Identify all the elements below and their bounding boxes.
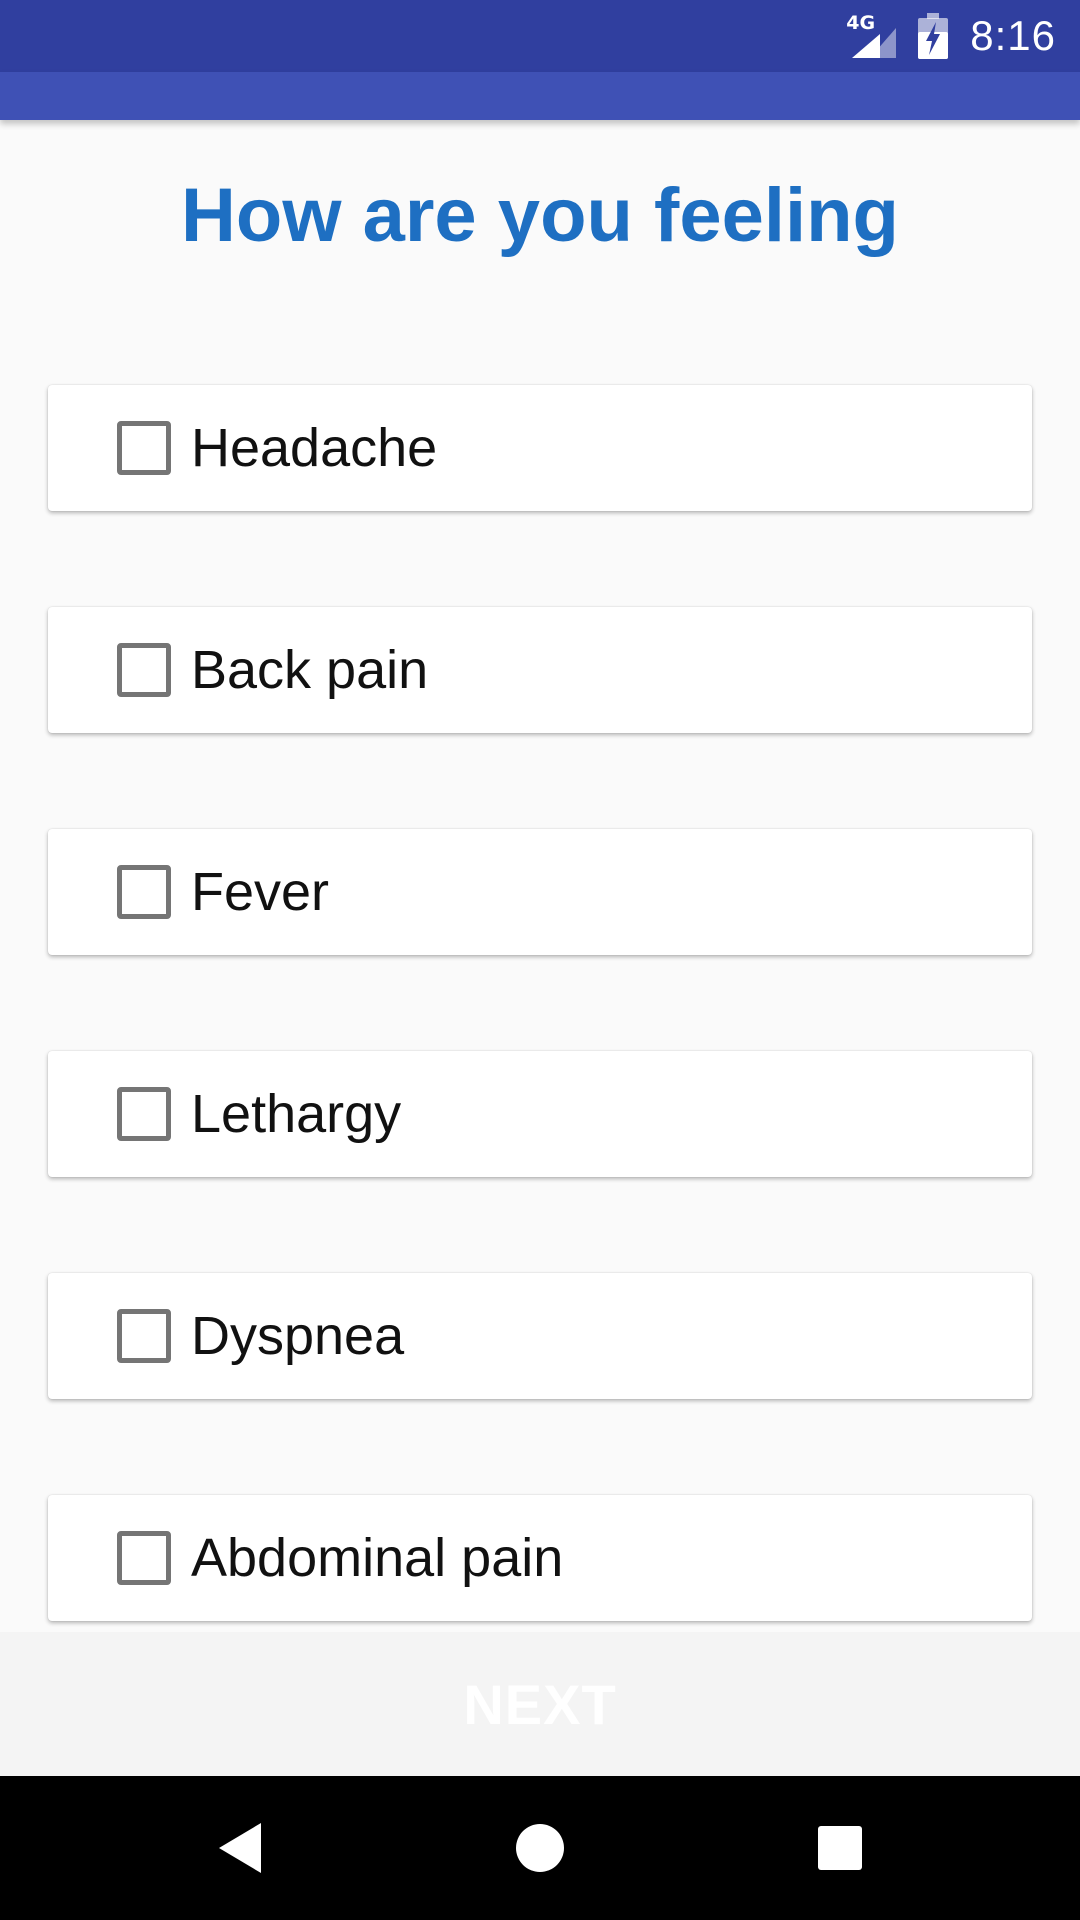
action-bar — [0, 72, 1080, 120]
option-headache[interactable]: Headache — [48, 385, 1032, 511]
option-fever[interactable]: Fever — [48, 829, 1032, 955]
battery-charging-icon — [918, 13, 949, 59]
main-content: How are you feeling Headache Back pain F… — [0, 120, 1080, 1632]
bottom-bar: NEXT — [0, 1632, 1080, 1776]
page-title: How are you feeling — [181, 173, 899, 258]
status-bar: 4G 8:16 — [0, 0, 1080, 72]
option-lethargy[interactable]: Lethargy — [48, 1051, 1032, 1177]
clock: 8:16 — [970, 12, 1056, 59]
checkbox-icon[interactable] — [117, 1531, 171, 1585]
checkbox-icon[interactable] — [117, 865, 171, 919]
option-label: Back pain — [191, 640, 429, 700]
navigation-bar — [0, 1776, 1080, 1920]
checkbox-icon[interactable] — [117, 421, 171, 475]
option-back-pain[interactable]: Back pain — [48, 607, 1032, 733]
home-icon — [516, 1824, 564, 1872]
back-button[interactable] — [170, 1776, 310, 1920]
back-icon — [219, 1823, 261, 1873]
checkbox-icon[interactable] — [117, 1309, 171, 1363]
option-label: Abdominal pain — [191, 1528, 564, 1588]
option-label: Dyspnea — [191, 1306, 405, 1366]
option-dyspnea[interactable]: Dyspnea — [48, 1273, 1032, 1399]
symptom-list: Headache Back pain Fever Lethargy Dyspne… — [48, 385, 1032, 1632]
checkbox-icon[interactable] — [117, 643, 171, 697]
signal-icon: 4G — [844, 12, 897, 58]
option-label: Headache — [191, 418, 438, 478]
status-icons: 4G 8:16 — [844, 0, 1056, 72]
next-button[interactable]: NEXT — [463, 1672, 616, 1737]
checkbox-icon[interactable] — [117, 1087, 171, 1141]
option-abdominal-pain[interactable]: Abdominal pain — [48, 1495, 1032, 1621]
option-label: Lethargy — [191, 1084, 402, 1144]
home-button[interactable] — [470, 1776, 610, 1920]
recents-button[interactable] — [770, 1776, 910, 1920]
network-type-label: 4G — [846, 12, 876, 34]
recents-icon — [818, 1826, 862, 1870]
option-label: Fever — [191, 862, 330, 922]
